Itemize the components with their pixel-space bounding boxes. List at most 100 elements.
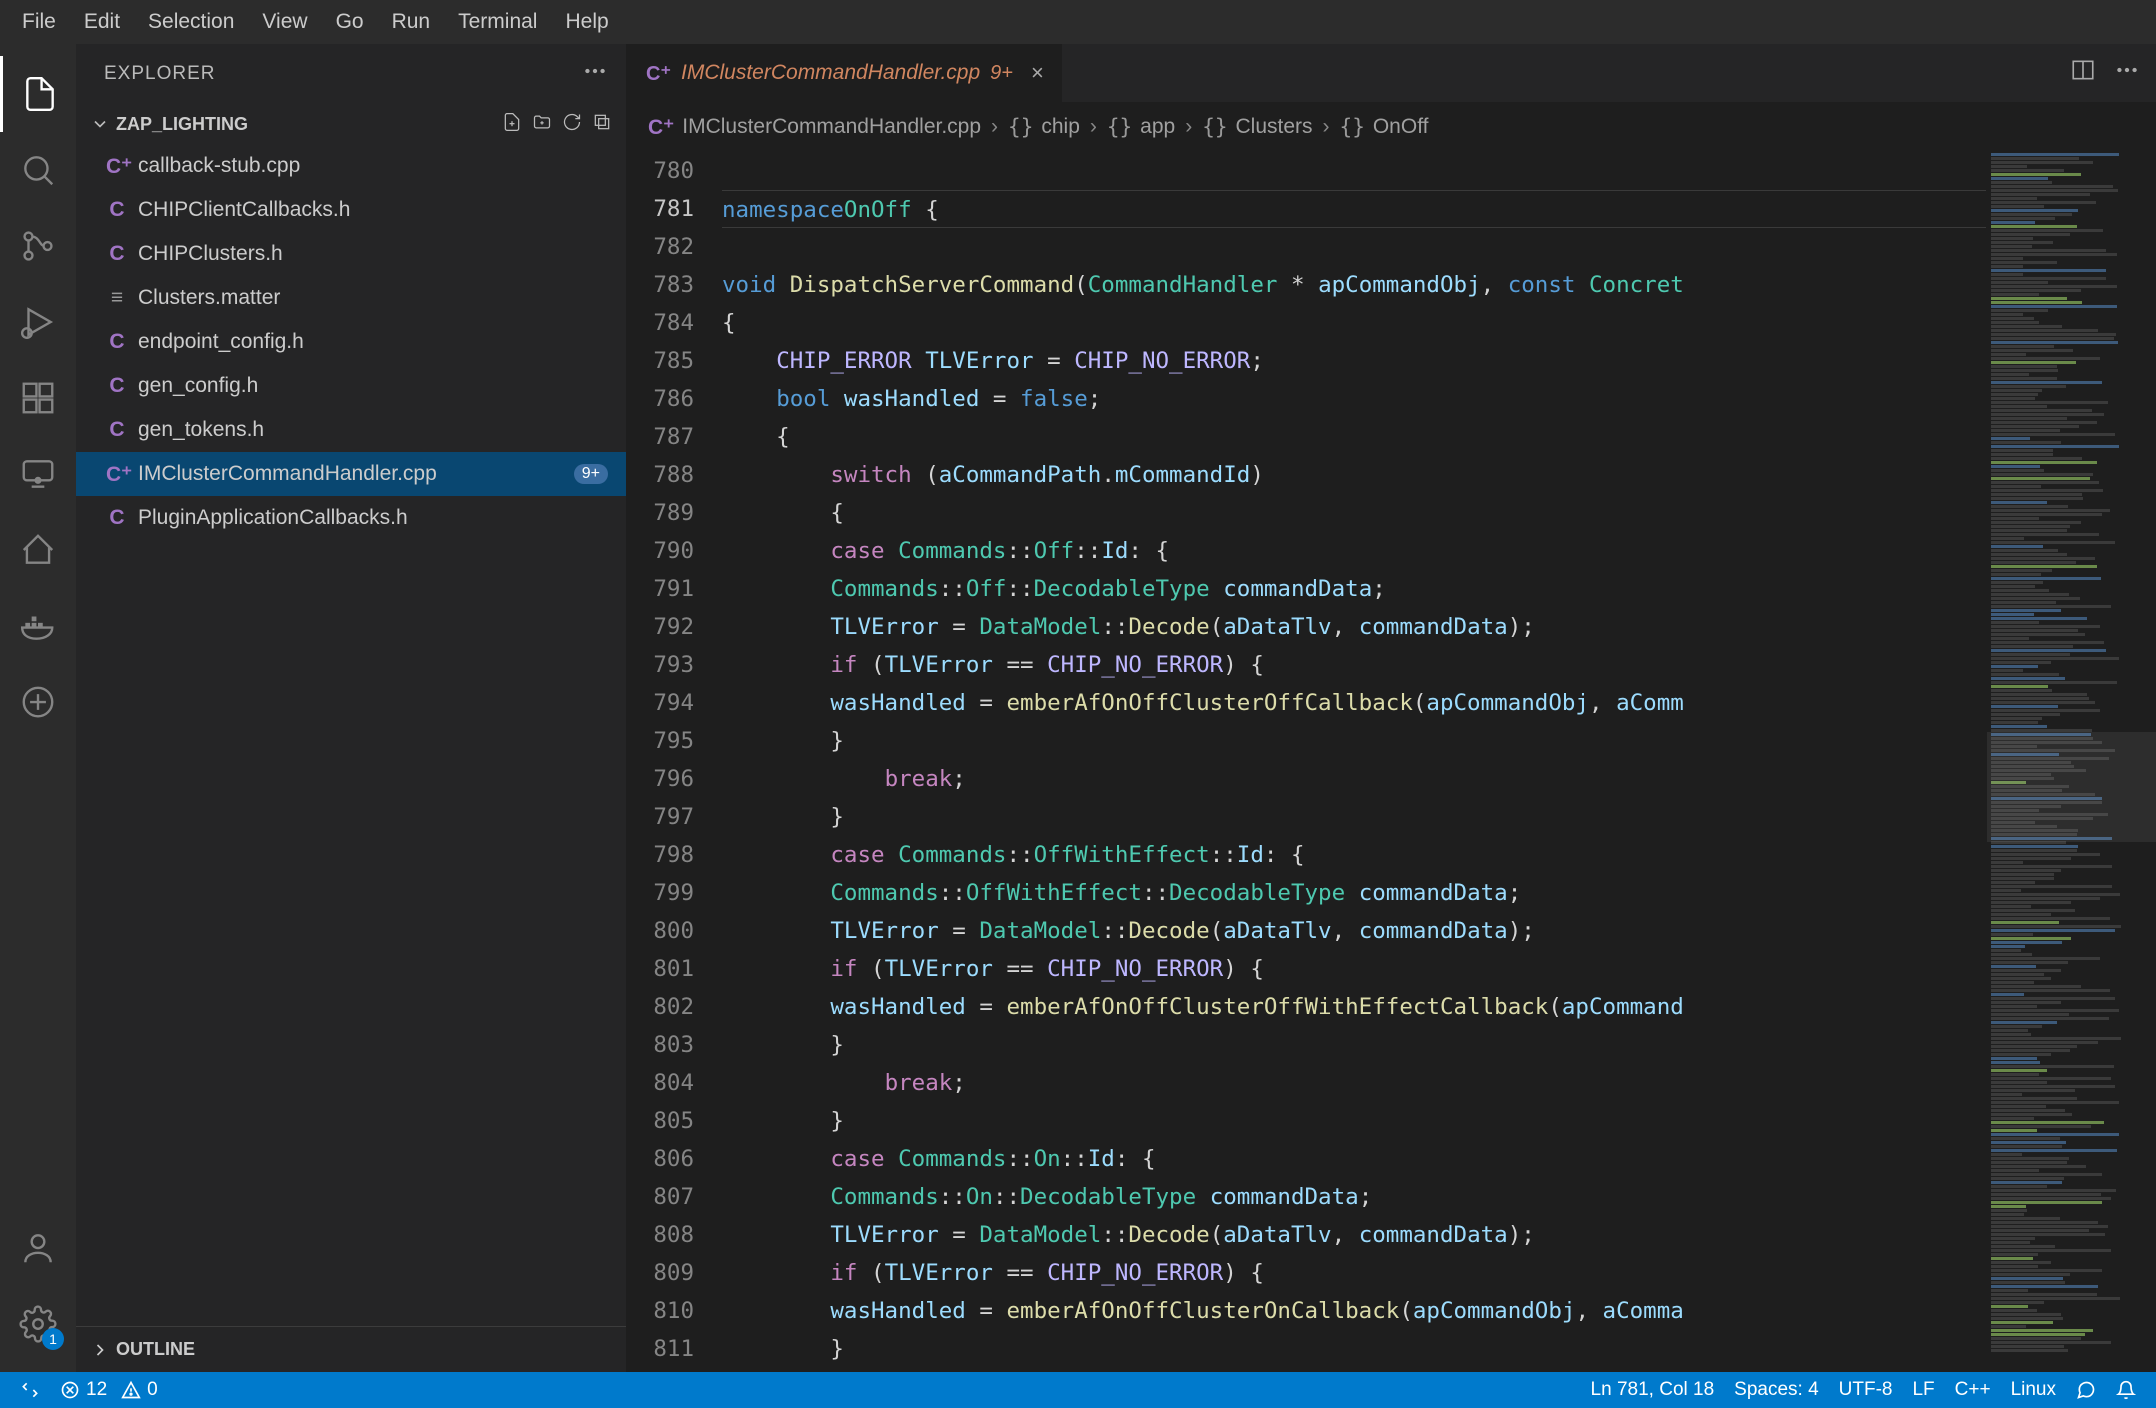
file-name: CHIPClusters.h xyxy=(138,242,283,266)
eol[interactable]: LF xyxy=(1902,1379,1944,1401)
docker-icon[interactable] xyxy=(0,588,76,664)
code-line[interactable]: TLVError = DataModel::Decode(aDataTlv, c… xyxy=(722,912,1986,950)
split-editor-icon[interactable] xyxy=(2070,57,2096,89)
code-line[interactable]: case Commands::On::Id: { xyxy=(722,1140,1986,1178)
menu-file[interactable]: File xyxy=(8,10,70,34)
file-item-chipclusters-h[interactable]: CCHIPClusters.h xyxy=(76,232,626,276)
code-line[interactable]: if (TLVError == CHIP_NO_ERROR) { xyxy=(722,646,1986,684)
indentation[interactable]: Spaces: 4 xyxy=(1724,1379,1829,1401)
code-line[interactable]: } xyxy=(722,722,1986,760)
file-list: C⁺callback-stub.cppCCHIPClientCallbacks.… xyxy=(76,144,626,1326)
menu-view[interactable]: View xyxy=(248,10,321,34)
more-actions-icon[interactable] xyxy=(2114,57,2140,89)
code-line[interactable]: } xyxy=(722,798,1986,836)
file-item-endpoint_config-h[interactable]: Cendpoint_config.h xyxy=(76,320,626,364)
line-number: 797 xyxy=(626,798,694,836)
code-line[interactable]: case Commands::Off::Id: { xyxy=(722,532,1986,570)
file-item-imclustercommandhandler-cpp[interactable]: C⁺IMClusterCommandHandler.cpp9+ xyxy=(76,452,626,496)
close-icon[interactable]: × xyxy=(1031,60,1044,86)
code-line[interactable] xyxy=(722,152,1986,190)
code-line[interactable]: Commands::OffWithEffect::DecodableType c… xyxy=(722,874,1986,912)
line-number: 798 xyxy=(626,836,694,874)
accounts-icon[interactable] xyxy=(0,1210,76,1286)
code-line[interactable]: break; xyxy=(722,1064,1986,1102)
os-indicator[interactable]: Linux xyxy=(2001,1379,2066,1401)
explorer-icon[interactable] xyxy=(0,56,76,132)
file-name: endpoint_config.h xyxy=(138,330,304,354)
outline-section-header[interactable]: OUTLINE xyxy=(76,1326,626,1372)
new-file-icon[interactable] xyxy=(502,112,522,137)
code-line[interactable]: void DispatchServerCommand(CommandHandle… xyxy=(722,266,1986,304)
minimap[interactable] xyxy=(1986,152,2156,1372)
code-line[interactable]: } xyxy=(722,1330,1986,1368)
new-folder-icon[interactable] xyxy=(532,112,552,137)
code-line[interactable] xyxy=(722,228,1986,266)
feedback-icon[interactable] xyxy=(2066,1380,2106,1400)
code-line[interactable]: if (TLVError == CHIP_NO_ERROR) { xyxy=(722,1254,1986,1292)
code-line[interactable]: case Commands::OffWithEffect::Id: { xyxy=(722,836,1986,874)
menu-run[interactable]: Run xyxy=(378,10,445,34)
breadcrumb-item-onoff[interactable]: {} OnOff xyxy=(1340,115,1429,139)
code-body[interactable]: namespaceOnOff { void DispatchServerComma… xyxy=(722,152,1986,1372)
settings-gear-icon[interactable]: 1 xyxy=(0,1286,76,1362)
code-line[interactable]: Commands::On::DecodableType commandData; xyxy=(722,1178,1986,1216)
encoding[interactable]: UTF-8 xyxy=(1829,1379,1903,1401)
tab-badge: 9+ xyxy=(990,62,1013,85)
remote-indicator[interactable] xyxy=(10,1380,50,1400)
file-item-gen_config-h[interactable]: Cgen_config.h xyxy=(76,364,626,408)
menu-selection[interactable]: Selection xyxy=(134,10,248,34)
breadcrumb-item-imclustercommandhandler-cpp[interactable]: C⁺ IMClusterCommandHandler.cpp xyxy=(648,115,981,140)
menu-terminal[interactable]: Terminal xyxy=(444,10,551,34)
code-line[interactable]: } xyxy=(722,1026,1986,1064)
menu-edit[interactable]: Edit xyxy=(70,10,134,34)
problems-errors[interactable]: 12 0 xyxy=(50,1379,168,1401)
code-line[interactable]: TLVError = DataModel::Decode(aDataTlv, c… xyxy=(722,1216,1986,1254)
code-line[interactable]: wasHandled = emberAfOnOffClusterOnCallba… xyxy=(722,1292,1986,1330)
run-debug-icon[interactable] xyxy=(0,284,76,360)
menu-go[interactable]: Go xyxy=(322,10,378,34)
code-line[interactable]: CHIP_ERROR TLVError = CHIP_NO_ERROR; xyxy=(722,342,1986,380)
search-icon[interactable] xyxy=(0,132,76,208)
code-line[interactable]: } xyxy=(722,1102,1986,1140)
code-line[interactable]: bool wasHandled = false; xyxy=(722,380,1986,418)
file-item-pluginapplicationcallbacks-h[interactable]: CPluginApplicationCallbacks.h xyxy=(76,496,626,540)
cmake-icon[interactable] xyxy=(0,664,76,740)
sidebar-section-header[interactable]: ZAP_LIGHTING xyxy=(76,104,626,144)
source-control-icon[interactable] xyxy=(0,208,76,284)
notifications-icon[interactable] xyxy=(2106,1380,2146,1400)
code-line[interactable]: { xyxy=(722,304,1986,342)
code-line[interactable]: switch (aCommandPath.mCommandId) xyxy=(722,456,1986,494)
cursor-position[interactable]: Ln 781, Col 18 xyxy=(1581,1379,1725,1401)
extensions-icon[interactable] xyxy=(0,360,76,436)
code-line[interactable]: wasHandled = emberAfOnOffClusterOffCallb… xyxy=(722,684,1986,722)
line-number: 785 xyxy=(626,342,694,380)
code-line[interactable]: TLVError = DataModel::Decode(aDataTlv, c… xyxy=(722,608,1986,646)
code-line[interactable]: Commands::Off::DecodableType commandData… xyxy=(722,570,1986,608)
code-container[interactable]: 7807817827837847857867877887897907917927… xyxy=(626,152,2156,1372)
home-icon[interactable] xyxy=(0,512,76,588)
breadcrumb-item-chip[interactable]: {} chip xyxy=(1008,115,1080,139)
language-mode[interactable]: C++ xyxy=(1945,1379,2001,1401)
code-line[interactable]: { xyxy=(722,418,1986,456)
tab-active[interactable]: C⁺ IMClusterCommandHandler.cpp 9+ × xyxy=(626,44,1063,102)
file-item-chipclientcallbacks-h[interactable]: CCHIPClientCallbacks.h xyxy=(76,188,626,232)
file-item-callback-stub-cpp[interactable]: C⁺callback-stub.cpp xyxy=(76,144,626,188)
cpp-file-icon: C⁺ xyxy=(648,115,674,140)
code-line[interactable]: break; xyxy=(722,760,1986,798)
file-item-gen_tokens-h[interactable]: Cgen_tokens.h xyxy=(76,408,626,452)
breadcrumb[interactable]: C⁺ IMClusterCommandHandler.cpp›{} chip›{… xyxy=(626,102,2156,152)
code-line[interactable]: { xyxy=(722,494,1986,532)
code-line[interactable]: if (TLVError == CHIP_NO_ERROR) { xyxy=(722,950,1986,988)
collapse-all-icon[interactable] xyxy=(592,112,612,137)
code-line[interactable]: wasHandled = emberAfOnOffClusterOffWithE… xyxy=(722,988,1986,1026)
menu-help[interactable]: Help xyxy=(551,10,622,34)
minimap-viewport[interactable] xyxy=(1987,732,2156,842)
code-line[interactable]: namespaceOnOff { xyxy=(722,190,1986,228)
file-item-clusters-matter[interactable]: ≡Clusters.matter xyxy=(76,276,626,320)
remote-explorer-icon[interactable] xyxy=(0,436,76,512)
breadcrumb-item-app[interactable]: {} app xyxy=(1107,115,1175,139)
c-file-icon: C xyxy=(106,418,128,442)
refresh-icon[interactable] xyxy=(562,112,582,137)
sidebar-more-icon[interactable] xyxy=(582,58,608,90)
breadcrumb-item-clusters[interactable]: {} Clusters xyxy=(1202,115,1312,139)
